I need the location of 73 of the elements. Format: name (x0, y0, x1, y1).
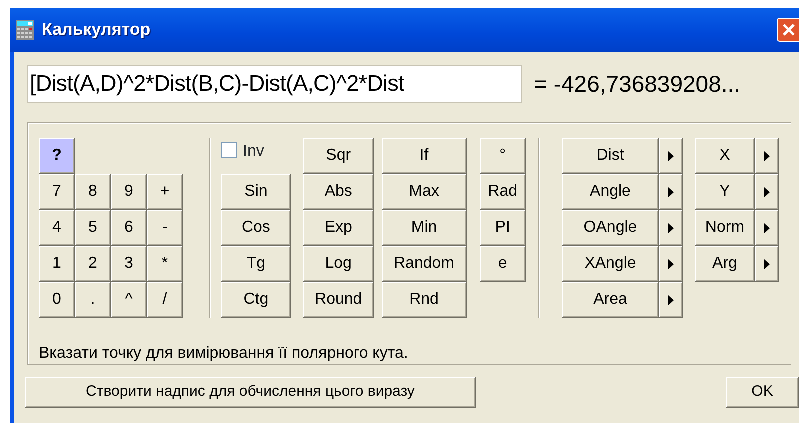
function-button[interactable]: Sin (221, 174, 292, 210)
function-button[interactable]: Sqr (303, 138, 374, 174)
inv-checkbox[interactable] (221, 142, 237, 158)
triangle-right-icon (764, 258, 770, 270)
function-button[interactable]: Y (694, 174, 755, 210)
calculator-key[interactable]: 5 (75, 210, 111, 246)
triangle-right-icon (668, 186, 674, 198)
calculator-key[interactable]: 6 (111, 210, 147, 246)
calculator-key[interactable]: ^ (111, 282, 147, 318)
status-text: Вказати точку для вимірювання її полярного кута. (39, 344, 410, 364)
triangle-right-icon (668, 150, 674, 162)
help-key[interactable]: ? (39, 138, 75, 174)
calculator-key[interactable]: 8 (75, 174, 111, 210)
submenu-button[interactable] (754, 174, 779, 210)
function-button[interactable]: e (480, 246, 526, 282)
function-button[interactable]: Ctg (221, 282, 292, 318)
calculator-key[interactable]: 7 (39, 174, 75, 210)
calculator-key[interactable]: 3 (111, 246, 147, 282)
calculator-icon (16, 20, 34, 40)
expression-field[interactable]: [Dist(A,D)^2*Dist(B,C)-Dist(A,C)^2*Dist (27, 65, 522, 103)
function-button[interactable]: Rad (480, 174, 526, 210)
calculator-key[interactable]: 4 (39, 210, 75, 246)
ok-button[interactable]: OK (726, 377, 799, 408)
calculator-key[interactable]: 0 (39, 282, 75, 318)
function-button[interactable]: Dist (562, 138, 659, 174)
window-title: Калькулятор (42, 19, 151, 42)
inv-label: Inv (243, 142, 264, 162)
submenu-button[interactable] (658, 174, 683, 210)
function-button[interactable]: Round (303, 282, 374, 318)
function-button[interactable]: Norm (694, 210, 755, 246)
triangle-right-icon (764, 150, 770, 162)
submenu-button[interactable] (658, 246, 683, 282)
function-button[interactable]: If (382, 138, 467, 174)
submenu-button[interactable] (754, 210, 779, 246)
function-button[interactable]: Cos (221, 210, 292, 246)
function-button[interactable]: Random (382, 246, 467, 282)
triangle-right-icon (668, 294, 674, 306)
create-label-button[interactable]: Створити надпис для обчислення цього виразу (25, 377, 476, 408)
function-button[interactable]: Area (562, 282, 659, 318)
function-button[interactable]: Rnd (382, 282, 467, 318)
function-button[interactable]: OAngle (562, 210, 659, 246)
triangle-right-icon (668, 258, 674, 270)
close-icon (782, 23, 796, 37)
submenu-button[interactable] (754, 138, 779, 174)
calculator-key[interactable]: 2 (75, 246, 111, 282)
calculator-key[interactable]: 1 (39, 246, 75, 282)
function-button[interactable]: X (694, 138, 755, 174)
submenu-button[interactable] (754, 246, 779, 282)
calculator-key[interactable]: - (147, 210, 183, 246)
function-button[interactable]: PI (480, 210, 526, 246)
calculator-key[interactable]: 9 (111, 174, 147, 210)
calculator-key[interactable]: * (147, 246, 183, 282)
triangle-right-icon (764, 186, 770, 198)
function-button[interactable]: Min (382, 210, 467, 246)
calculator-key[interactable]: + (147, 174, 183, 210)
submenu-button[interactable] (658, 282, 683, 318)
function-button[interactable]: ° (480, 138, 526, 174)
function-button[interactable]: Angle (562, 174, 659, 210)
triangle-right-icon (764, 222, 770, 234)
function-button[interactable]: Max (382, 174, 467, 210)
submenu-button[interactable] (658, 138, 683, 174)
function-button[interactable]: Arg (694, 246, 755, 282)
function-button[interactable]: Exp (303, 210, 374, 246)
function-button[interactable]: Abs (303, 174, 374, 210)
function-button[interactable]: Tg (221, 246, 292, 282)
triangle-right-icon (668, 222, 674, 234)
close-button[interactable] (777, 18, 799, 42)
function-button[interactable]: XAngle (562, 246, 659, 282)
calculator-key[interactable]: . (75, 282, 111, 318)
submenu-button[interactable] (658, 210, 683, 246)
calculator-key[interactable]: / (147, 282, 183, 318)
result-text: = -426,736839208... (534, 70, 741, 99)
function-button[interactable]: Log (303, 246, 374, 282)
